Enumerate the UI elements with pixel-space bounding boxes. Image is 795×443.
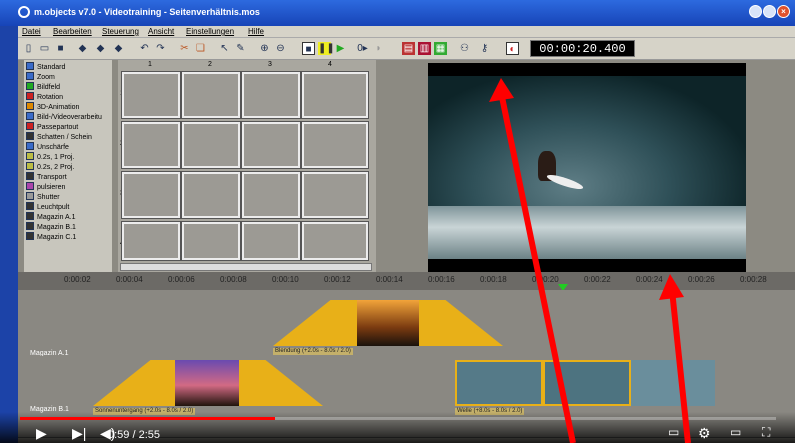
red-arrow-head bbox=[659, 274, 684, 300]
annotation-arrows bbox=[489, 78, 691, 443]
red-arrow bbox=[669, 289, 691, 443]
red-arrow bbox=[498, 91, 576, 443]
red-arrow-head bbox=[489, 78, 514, 102]
